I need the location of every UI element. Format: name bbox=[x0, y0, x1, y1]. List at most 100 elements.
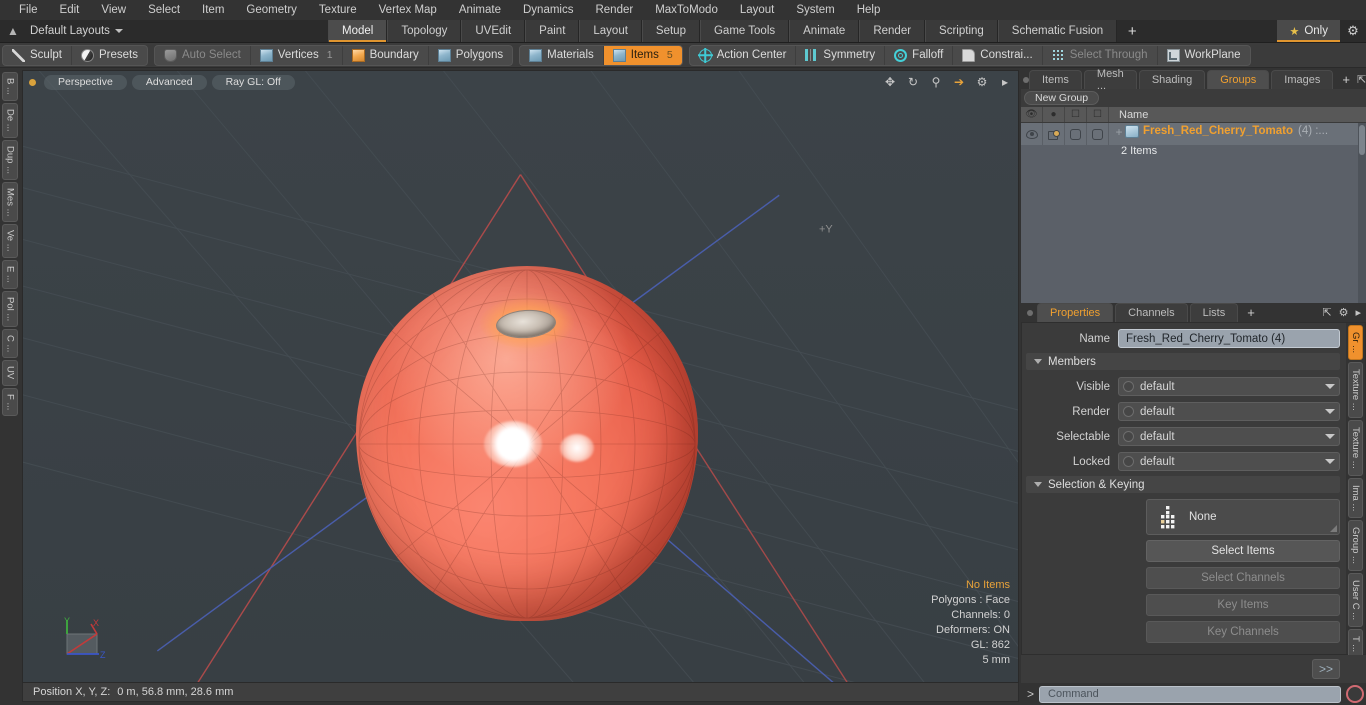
toolbar-symmetry[interactable]: Symmetry bbox=[796, 45, 886, 65]
header-visibility-icon[interactable]: 👁 bbox=[1021, 107, 1043, 122]
row-visibility-toggle[interactable] bbox=[1021, 123, 1043, 145]
table-row[interactable]: + Fresh_Red_Cherry_Tomato (4) :... bbox=[1021, 123, 1366, 145]
expand-icon[interactable]: ⇱ bbox=[1322, 306, 1331, 319]
tab-properties[interactable]: Properties bbox=[1037, 303, 1114, 322]
header-box-icon-a[interactable]: ☐ bbox=[1065, 107, 1087, 122]
right-tab-texture-2[interactable]: Texture ... bbox=[1348, 419, 1363, 476]
menu-vertex-map[interactable]: Vertex Map bbox=[368, 0, 448, 20]
zoom-icon[interactable]: ⚲ bbox=[929, 75, 943, 89]
menu-file[interactable]: File bbox=[8, 0, 49, 20]
members-section-header[interactable]: Members bbox=[1026, 353, 1340, 370]
menu-item[interactable]: Item bbox=[191, 0, 235, 20]
left-tab-uv[interactable]: UV bbox=[2, 360, 18, 386]
viewport-shading-button[interactable]: Advanced bbox=[131, 74, 207, 90]
gear-icon[interactable]: ⚙ bbox=[975, 75, 989, 89]
rotate-icon[interactable]: ↻ bbox=[906, 75, 920, 89]
fit-icon[interactable]: ➔ bbox=[952, 75, 966, 89]
right-tab-groups[interactable]: Gr ... bbox=[1348, 325, 1363, 361]
panel-tab-items[interactable]: Items bbox=[1029, 70, 1082, 89]
menu-help[interactable]: Help bbox=[846, 0, 892, 20]
tab-schematic-fusion[interactable]: Schematic Fusion bbox=[997, 20, 1118, 42]
tab-channels[interactable]: Channels bbox=[1115, 303, 1188, 322]
groups-list-body[interactable]: + Fresh_Red_Cherry_Tomato (4) :... 2 Ite… bbox=[1021, 123, 1366, 303]
panel-add-tab-button[interactable]: + bbox=[1335, 70, 1357, 89]
add-tab-button[interactable]: + bbox=[1117, 20, 1148, 42]
pan-icon[interactable]: ✥ bbox=[883, 75, 897, 89]
default-layouts-dropdown[interactable]: Default Layouts bbox=[30, 25, 123, 37]
toolbar-workplane[interactable]: WorkPlane bbox=[1158, 46, 1250, 65]
menu-render[interactable]: Render bbox=[584, 0, 644, 20]
right-tab-user-channels[interactable]: User C ... bbox=[1348, 572, 1363, 628]
locked-dropdown[interactable]: default bbox=[1118, 452, 1340, 471]
selection-keying-section-header[interactable]: Selection & Keying bbox=[1026, 476, 1340, 493]
menu-animate[interactable]: Animate bbox=[448, 0, 512, 20]
tab-model[interactable]: Model bbox=[328, 20, 388, 42]
toolbar-items[interactable]: Items 5 bbox=[603, 45, 682, 65]
home-icon[interactable]: ▲ bbox=[4, 22, 22, 40]
select-items-button[interactable]: Select Items bbox=[1146, 540, 1340, 562]
panel-tab-groups[interactable]: Groups bbox=[1207, 70, 1270, 89]
tab-paint[interactable]: Paint bbox=[525, 20, 580, 42]
toolbar-boundary[interactable]: Boundary bbox=[343, 45, 429, 65]
scrollbar-thumb[interactable] bbox=[1359, 125, 1365, 155]
toggle-circle-icon[interactable] bbox=[1123, 406, 1134, 417]
3d-viewport[interactable]: +Y Perspective Advanced Ray GL: Off ✥ ↻ … bbox=[22, 70, 1019, 683]
tab-topology[interactable]: Topology bbox=[387, 20, 462, 42]
panel-tab-images[interactable]: Images bbox=[1271, 70, 1334, 89]
gear-icon[interactable]: ⚙ bbox=[1339, 306, 1349, 319]
tab-animate[interactable]: Animate bbox=[789, 20, 860, 42]
toolbar-polygons[interactable]: Polygons bbox=[429, 46, 512, 65]
row-name-cell[interactable]: + Fresh_Red_Cherry_Tomato (4) :... bbox=[1109, 123, 1366, 145]
tab-game-tools[interactable]: Game Tools bbox=[699, 20, 790, 42]
tab-uvedit[interactable]: UVEdit bbox=[461, 20, 526, 42]
left-tab-polygon[interactable]: Pol ... bbox=[2, 290, 18, 327]
properties-drag-handle[interactable] bbox=[1023, 303, 1037, 322]
left-tab-vertex[interactable]: Ve ... bbox=[2, 224, 18, 258]
right-tab-group[interactable]: Group ... bbox=[1348, 519, 1363, 571]
panel-tab-mesh[interactable]: Mesh ... bbox=[1083, 68, 1137, 92]
toggle-circle-icon[interactable] bbox=[1123, 456, 1134, 467]
toolbar-action-center[interactable]: Action Center bbox=[690, 45, 797, 65]
row-toggle-a[interactable] bbox=[1065, 123, 1087, 145]
left-tab-mesh-edit[interactable]: Mes ... bbox=[2, 181, 18, 223]
menu-system[interactable]: System bbox=[785, 0, 845, 20]
header-box-icon-b[interactable]: ☐ bbox=[1087, 107, 1109, 122]
left-tab-basic[interactable]: B ... bbox=[2, 72, 18, 101]
record-macro-button[interactable] bbox=[1346, 685, 1364, 703]
list-scrollbar[interactable] bbox=[1358, 123, 1366, 303]
left-tab-edge[interactable]: E ... bbox=[2, 259, 18, 289]
gear-icon[interactable]: ⚙ bbox=[1340, 20, 1366, 42]
toolbar-falloff[interactable]: Falloff bbox=[885, 45, 954, 65]
row-toggle-b[interactable] bbox=[1087, 123, 1109, 145]
selection-set-dropdown[interactable]: None bbox=[1146, 499, 1340, 535]
viewport-mode-button[interactable]: Perspective bbox=[44, 74, 127, 90]
menu-texture[interactable]: Texture bbox=[308, 0, 368, 20]
tab-lists[interactable]: Lists bbox=[1189, 303, 1239, 322]
command-input[interactable]: Command bbox=[1039, 685, 1341, 703]
left-tab-deform[interactable]: De ... bbox=[2, 102, 18, 138]
tab-scripting[interactable]: Scripting bbox=[925, 20, 998, 42]
left-tab-fusion[interactable]: F ... bbox=[2, 387, 18, 416]
menu-view[interactable]: View bbox=[90, 0, 137, 20]
toolbar-vertices[interactable]: Vertices 1 bbox=[251, 45, 343, 65]
panel-tab-shading[interactable]: Shading bbox=[1138, 70, 1206, 89]
tab-setup[interactable]: Setup bbox=[641, 20, 700, 42]
toggle-circle-icon[interactable] bbox=[1123, 431, 1134, 442]
expand-icon[interactable]: ⇱ bbox=[1357, 73, 1366, 86]
menu-maxtomodo[interactable]: MaxToModo bbox=[644, 0, 729, 20]
new-group-button[interactable]: New Group bbox=[1024, 91, 1100, 105]
play-icon[interactable]: ▸ bbox=[998, 75, 1012, 89]
toggle-circle-icon[interactable] bbox=[1123, 381, 1134, 392]
toolbar-materials[interactable]: Materials bbox=[520, 45, 604, 65]
left-tab-duplicate[interactable]: Dup ... bbox=[2, 139, 18, 180]
menu-select[interactable]: Select bbox=[137, 0, 191, 20]
expand-plus-icon[interactable]: + bbox=[1113, 124, 1125, 140]
only-toggle-button[interactable]: ★ Only bbox=[1277, 20, 1340, 42]
chevron-right-icon[interactable]: ▸ bbox=[1355, 306, 1361, 319]
selectable-dropdown[interactable]: default bbox=[1118, 427, 1340, 446]
menu-edit[interactable]: Edit bbox=[49, 0, 91, 20]
tab-layout[interactable]: Layout bbox=[579, 20, 642, 42]
visible-dropdown[interactable]: default bbox=[1118, 377, 1340, 396]
tomato-3d-model[interactable] bbox=[356, 266, 698, 626]
right-tab-texture-1[interactable]: Texture ... bbox=[1348, 362, 1363, 418]
